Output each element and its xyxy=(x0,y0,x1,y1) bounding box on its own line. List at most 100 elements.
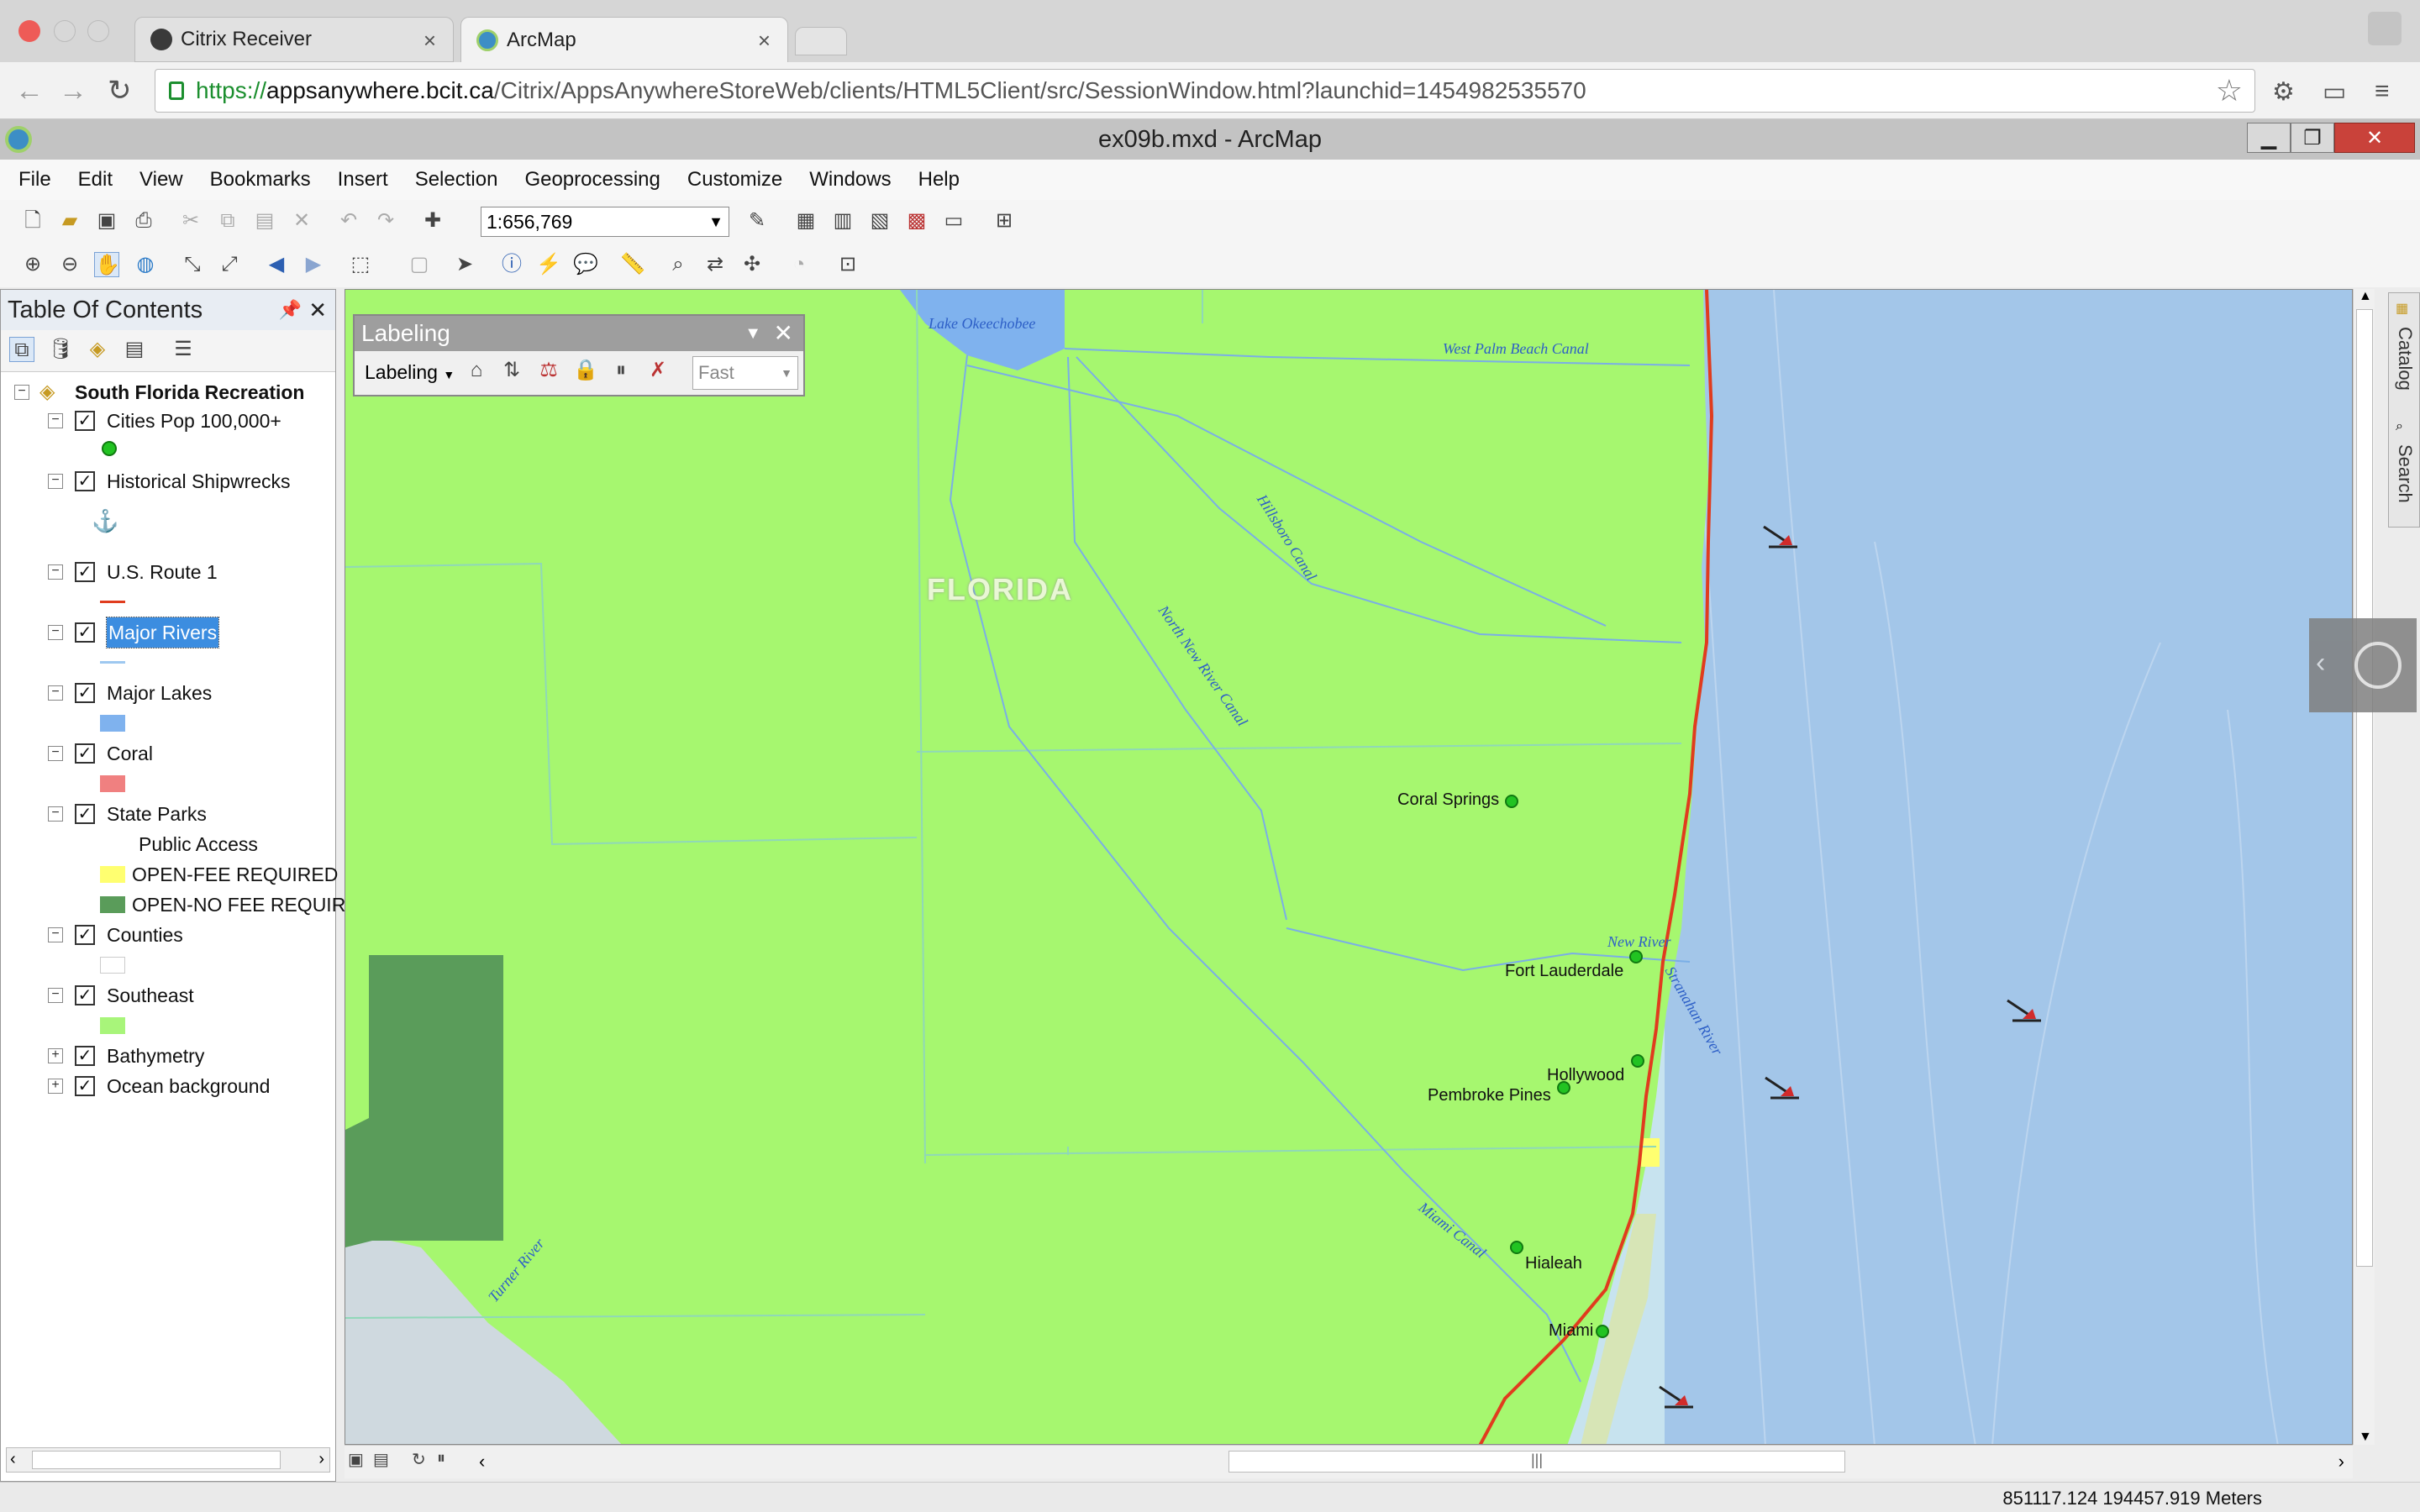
layer-visibility-checkbox[interactable]: ✓ xyxy=(75,622,95,643)
layer-visibility-checkbox[interactable]: ✓ xyxy=(75,985,95,1005)
chrome-menu-icon[interactable]: ≡ xyxy=(2375,77,2390,106)
menu-edit[interactable]: Edit xyxy=(78,168,113,192)
scroll-left-icon[interactable]: ‹ xyxy=(479,1451,485,1473)
pause-labeling-icon[interactable]: ⏸ xyxy=(608,358,634,383)
layer-visibility-checkbox[interactable]: ✓ xyxy=(75,925,95,945)
clear-selection-icon[interactable]: ▢ xyxy=(407,252,432,277)
hyperlink-icon[interactable]: ⚡ xyxy=(536,252,561,277)
layer-row-bathymetry[interactable]: + ✓ Bathymetry xyxy=(1,1041,335,1071)
scroll-right-icon[interactable]: › xyxy=(2338,1451,2344,1473)
find-icon[interactable]: ⌕ xyxy=(666,252,691,277)
cut-icon[interactable]: ✂ xyxy=(178,208,203,234)
menu-bookmarks[interactable]: Bookmarks xyxy=(210,168,311,192)
python-window-icon[interactable]: ▭ xyxy=(941,208,966,234)
full-extent-icon[interactable]: ◍ xyxy=(133,252,158,277)
data-frame-row[interactable]: − ◈ South Florida Recreation xyxy=(1,377,335,407)
search-window-icon[interactable]: ▧ xyxy=(867,208,892,234)
layer-visibility-checkbox[interactable]: ✓ xyxy=(75,1046,95,1066)
add-data-icon[interactable]: ✚ xyxy=(420,208,445,234)
label-weights-icon[interactable]: ⚖ xyxy=(536,358,561,383)
labeling-menu-button[interactable]: Labeling ▼ xyxy=(365,361,455,384)
map-horizontal-scrollbar[interactable]: ▣ ▤ ↻ ⏸ ‹ ||| › xyxy=(345,1445,2353,1478)
search-tab[interactable]: Search xyxy=(2394,444,2416,503)
forward-icon[interactable]: → xyxy=(59,74,87,108)
collapse-icon[interactable]: − xyxy=(48,474,63,489)
scroll-thumb[interactable] xyxy=(32,1451,281,1469)
menu-windows[interactable]: Windows xyxy=(809,168,891,192)
list-by-selection-icon[interactable]: ▤ xyxy=(122,337,147,362)
menu-view[interactable]: View xyxy=(139,168,183,192)
new-tab-button[interactable] xyxy=(795,27,847,55)
menu-insert[interactable]: Insert xyxy=(338,168,388,192)
layer-row-southeast[interactable]: − ✓ Southeast xyxy=(1,980,335,1011)
refresh-view-icon[interactable]: ↻ xyxy=(412,1449,426,1470)
collapse-icon[interactable]: − xyxy=(48,413,63,428)
collapse-icon[interactable]: − xyxy=(48,806,63,822)
html-popup-icon[interactable]: 💬 xyxy=(573,252,598,277)
editor-toolbar-icon[interactable]: ✎ xyxy=(744,208,770,234)
lock-labels-icon[interactable]: 🔒 xyxy=(573,358,598,383)
go-to-xy-icon[interactable]: ✣ xyxy=(739,252,765,277)
expand-icon[interactable]: + xyxy=(48,1048,63,1063)
scroll-thumb[interactable] xyxy=(2356,309,2373,1267)
collapse-icon[interactable]: − xyxy=(48,746,63,761)
cast-icon[interactable]: ▭ xyxy=(2323,77,2346,107)
zoom-out-icon[interactable]: ⊖ xyxy=(57,252,82,277)
tab-citrix-receiver[interactable]: Citrix Receiver × xyxy=(134,17,454,62)
tab-arcmap[interactable]: ArcMap × xyxy=(460,17,788,62)
layer-row-counties[interactable]: − ✓ Counties xyxy=(1,920,335,950)
layer-visibility-checkbox[interactable]: ✓ xyxy=(75,1076,95,1096)
pin-icon[interactable]: 📌 xyxy=(279,290,302,330)
time-slider-icon[interactable]: ◔ xyxy=(786,252,812,277)
redo-icon[interactable]: ↷ xyxy=(373,208,398,234)
catalog-window-icon[interactable]: ▥ xyxy=(830,208,855,234)
model-builder-icon[interactable]: ⊞ xyxy=(992,208,1017,234)
print-icon[interactable]: ⎙ xyxy=(131,208,156,234)
find-route-icon[interactable]: ⇄ xyxy=(702,252,728,277)
list-by-visibility-icon[interactable]: ◈ xyxy=(85,337,110,362)
chevron-down-icon[interactable]: ▼ xyxy=(744,316,761,351)
menu-geoprocessing[interactable]: Geoprocessing xyxy=(524,168,660,192)
identify-icon[interactable]: ⓘ xyxy=(499,252,524,277)
collapse-icon[interactable]: − xyxy=(14,385,29,400)
map-canvas[interactable] xyxy=(345,290,2353,1445)
list-by-source-icon[interactable]: 🛢 xyxy=(48,337,73,362)
layer-visibility-checkbox[interactable]: ✓ xyxy=(75,743,95,764)
fixed-zoom-out-icon[interactable]: ⤢ xyxy=(217,252,242,277)
data-view-icon[interactable]: ▣ xyxy=(348,1449,364,1470)
layer-row-coral[interactable]: − ✓ Coral xyxy=(1,738,335,769)
layer-visibility-checkbox[interactable]: ✓ xyxy=(75,562,95,582)
zoom-in-icon[interactable]: ⊕ xyxy=(20,252,45,277)
collapse-icon[interactable]: − xyxy=(48,564,63,580)
create-viewer-icon[interactable]: ⊡ xyxy=(835,252,860,277)
select-elements-icon[interactable]: ➤ xyxy=(452,252,477,277)
profile-icon[interactable] xyxy=(2368,12,2402,45)
pause-drawing-icon[interactable]: ⏸ xyxy=(437,1449,445,1468)
collapse-icon[interactable]: − xyxy=(48,927,63,942)
reload-icon[interactable]: ↻ xyxy=(108,74,132,108)
menu-file[interactable]: File xyxy=(18,168,51,192)
paste-icon[interactable]: ▤ xyxy=(252,208,277,234)
toc-horizontal-scrollbar[interactable]: ‹ › xyxy=(6,1447,330,1473)
back-extent-icon[interactable]: ◀ xyxy=(264,252,289,277)
measure-icon[interactable]: 📏 xyxy=(620,252,645,277)
options-icon[interactable]: ☰ xyxy=(171,337,196,362)
pan-icon[interactable]: ✋ xyxy=(94,252,120,277)
close-tab-icon[interactable]: × xyxy=(424,28,436,54)
list-by-drawing-order-icon[interactable]: ⧉ xyxy=(9,337,34,362)
label-manager-icon[interactable]: ⌂ xyxy=(464,358,489,383)
select-features-icon[interactable]: ⬚ xyxy=(348,252,373,277)
minimize-app-button[interactable]: ▁ xyxy=(2247,123,2291,153)
layer-row-state-parks[interactable]: − ✓ State Parks xyxy=(1,799,335,829)
back-icon[interactable]: ← xyxy=(15,74,44,108)
menu-help[interactable]: Help xyxy=(918,168,960,192)
map-view[interactable]: FLORIDA Coral Springs Fort Lauderdale Ho… xyxy=(345,289,2353,1445)
scroll-right-icon[interactable]: › xyxy=(318,1450,324,1469)
minimize-window-button[interactable] xyxy=(54,20,76,42)
restore-app-button[interactable]: ❐ xyxy=(2291,123,2334,153)
scroll-left-icon[interactable]: ‹ xyxy=(10,1450,16,1469)
copy-icon[interactable]: ⧉ xyxy=(215,208,240,234)
layer-row-u-s-route-1[interactable]: − ✓ U.S. Route 1 xyxy=(1,557,335,587)
label-priority-icon[interactable]: ⇅ xyxy=(499,358,524,383)
scroll-up-icon[interactable]: ▲ xyxy=(2359,289,2372,304)
